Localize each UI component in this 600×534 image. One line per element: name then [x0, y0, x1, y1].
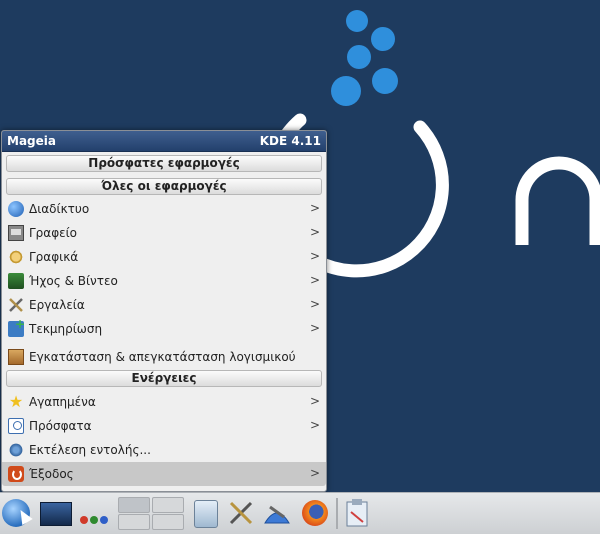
- menu-item-label: Γραφικά: [29, 250, 79, 264]
- menu-item-label: Έξοδος: [29, 467, 74, 481]
- tools-icon: [8, 297, 24, 313]
- menu-item-internet[interactable]: Διαδίκτυο >: [2, 197, 326, 221]
- taskbar: [0, 492, 600, 534]
- menu-item-label: Γραφείο: [29, 226, 78, 240]
- menu-header: Mageia KDE 4.11: [2, 131, 326, 152]
- application-launcher-menu: Mageia KDE 4.11 Πρόσφατες εφαρμογές Όλες…: [1, 130, 327, 492]
- bubble-1: [346, 10, 368, 32]
- menu-item-documentation[interactable]: Τεκμηρίωση >: [2, 317, 326, 341]
- menu-item-recent[interactable]: Πρόσφατα >: [2, 414, 326, 438]
- submenu-arrow-icon: >: [309, 394, 320, 408]
- menu-item-label: Εκτέλεση εντολής...: [29, 443, 151, 457]
- office-icon: [8, 225, 24, 241]
- menu-item-label: Αγαπημένα: [29, 395, 96, 409]
- menu-item-tools[interactable]: Εργαλεία >: [2, 293, 326, 317]
- submenu-arrow-icon: >: [309, 297, 320, 311]
- taskbar-separator: [336, 498, 338, 529]
- submenu-arrow-icon: >: [309, 225, 320, 239]
- menu-item-multimedia[interactable]: Ήχος & Βίντεο >: [2, 269, 326, 293]
- menu-item-label: Εγκατάσταση & απεγκατάσταση λογισμικού: [29, 350, 296, 364]
- actions-header: Ενέργειες: [6, 370, 322, 387]
- submenu-arrow-icon: >: [309, 201, 320, 215]
- globe-icon: [8, 201, 24, 217]
- menu-item-label: Ήχος & Βίντεο: [29, 274, 118, 288]
- bubble-5: [331, 76, 361, 106]
- activity-dots-icon[interactable]: [80, 509, 114, 524]
- menu-item-label: Διαδίκτυο: [29, 202, 90, 216]
- menu-item-graphics[interactable]: Γραφικά >: [2, 245, 326, 269]
- menu-item-install-software[interactable]: Εγκατάσταση & απεγκατάσταση λογισμικού: [2, 345, 326, 369]
- submenu-arrow-icon: >: [309, 321, 320, 335]
- mageia-control-center-icon[interactable]: [262, 499, 292, 527]
- menu-item-exit[interactable]: Έξοδος >: [2, 462, 326, 486]
- package-icon: [8, 349, 24, 365]
- recent-applications-header[interactable]: Πρόσφατες εφαρμογές: [6, 155, 322, 172]
- bubble-3: [347, 45, 371, 69]
- letter-n-arc: [515, 156, 600, 245]
- clipboard-icon[interactable]: [344, 498, 370, 528]
- run-command-icon: [9, 443, 23, 457]
- menu-item-office[interactable]: Γραφείο >: [2, 221, 326, 245]
- menu-header-distro: Mageia: [7, 134, 56, 148]
- tools-icon[interactable]: [228, 500, 254, 526]
- menu-item-label: Εργαλεία: [29, 298, 85, 312]
- recent-documents-icon: [8, 418, 24, 434]
- firefox-icon[interactable]: [302, 500, 328, 526]
- submenu-arrow-icon: >: [309, 418, 320, 432]
- pager-icon[interactable]: [118, 497, 184, 530]
- bubble-2: [371, 27, 395, 51]
- menu-item-label: Πρόσφατα: [29, 419, 92, 433]
- exit-icon: [8, 466, 24, 482]
- submenu-arrow-icon: >: [309, 273, 320, 287]
- star-icon: ★: [8, 392, 24, 411]
- menu-item-favorites[interactable]: ★ Αγαπημένα >: [2, 390, 326, 414]
- monitor-icon[interactable]: [194, 500, 218, 528]
- show-desktop-icon[interactable]: [40, 502, 72, 526]
- bubble-4: [372, 68, 398, 94]
- multimedia-icon: [8, 273, 24, 289]
- graphics-icon: [8, 249, 24, 265]
- menu-item-label: Τεκμηρίωση: [29, 322, 103, 336]
- menu-item-run-command[interactable]: Εκτέλεση εντολής...: [2, 438, 326, 462]
- submenu-arrow-icon: >: [309, 466, 320, 480]
- all-applications-header[interactable]: Όλες οι εφαρμογές: [6, 178, 322, 195]
- menu-header-version: KDE 4.11: [259, 134, 321, 148]
- submenu-arrow-icon: >: [309, 249, 320, 263]
- documentation-icon: [8, 317, 25, 337]
